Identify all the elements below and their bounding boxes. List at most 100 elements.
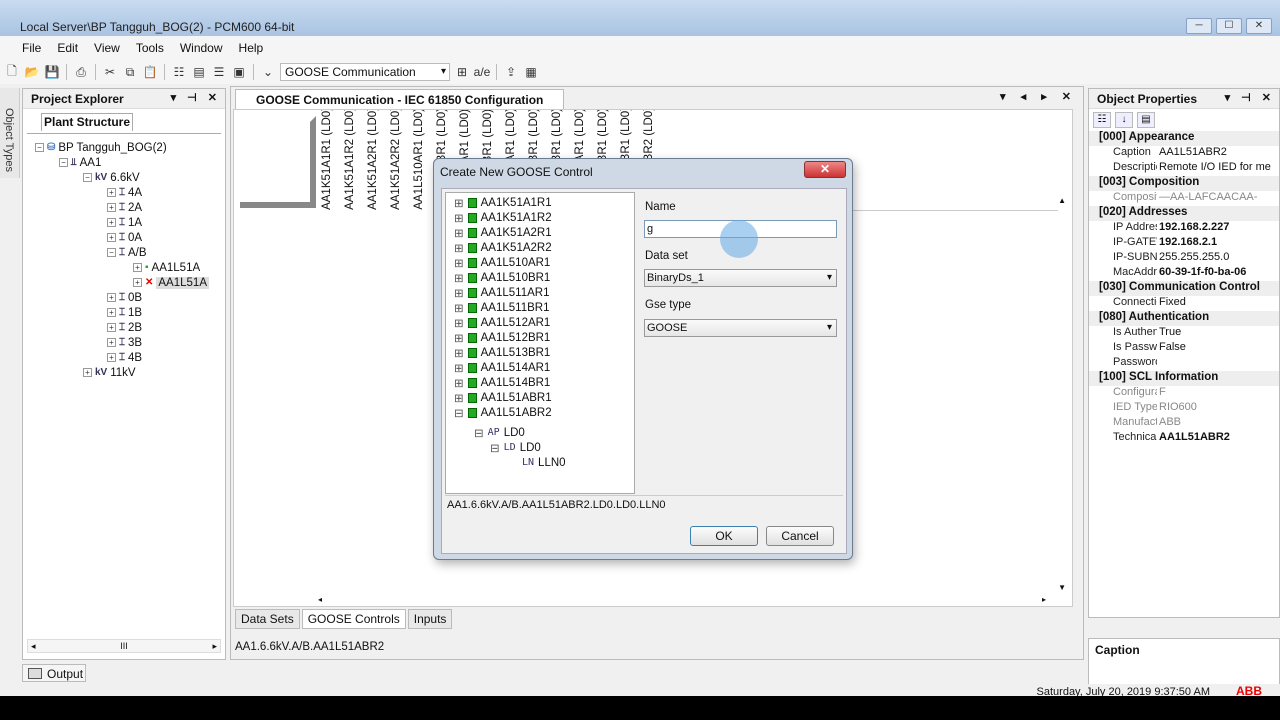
tab-inputs[interactable]: Inputs [407, 609, 453, 629]
property-row[interactable]: ConfigurationF [1089, 386, 1279, 401]
property-row[interactable]: Caption AA1L51ABR2 [1089, 146, 1279, 161]
collapse-icon[interactable]: − [59, 158, 68, 167]
expand-icon[interactable]: + [107, 293, 116, 302]
property-category[interactable]: [003] Composition [1089, 176, 1279, 191]
expand-icon[interactable]: ⊞ [454, 346, 464, 360]
tab-goose-controls[interactable]: GOOSE Controls [301, 609, 406, 629]
tree-node[interactable]: ⊞ AA1L510AR1 [454, 255, 550, 270]
expand-icon[interactable]: + [133, 263, 142, 272]
tree-node[interactable]: − ⫫ AA1 [59, 155, 101, 170]
tree-node[interactable]: ⊞ AA1K51A1R2 [454, 210, 552, 225]
expand-icon[interactable]: + [133, 278, 142, 287]
expand-icon[interactable]: ⊞ [454, 391, 464, 405]
tab-data-sets[interactable]: Data Sets [235, 609, 300, 629]
properties-icon[interactable]: ▤ [191, 64, 207, 80]
scroll-down-icon[interactable]: ▼ [1058, 583, 1066, 592]
tree-node[interactable]: ⊞ AA1L513BR1 [454, 345, 550, 360]
dialog-close-button[interactable]: ✕ [804, 161, 846, 178]
property-row[interactable]: CompositionC—AA-LAFCAACAA- [1089, 191, 1279, 206]
tree-node[interactable]: ⊞ AA1L514AR1 [454, 360, 550, 375]
scroll-right-icon[interactable]: ▸ [1042, 595, 1046, 604]
tree-node[interactable]: + ⌶ 4A [107, 185, 142, 200]
tree-node-ln[interactable]: LN LLN0 [522, 455, 566, 470]
tree-node[interactable]: + ⌶ 4B [107, 350, 142, 365]
tree-node[interactable]: ⊞ AA1L511AR1 [454, 285, 549, 300]
collapse-icon[interactable]: ⊟ [490, 441, 500, 455]
categorized-icon[interactable]: ☷ [1093, 112, 1111, 128]
maximize-button[interactable]: ☐ [1216, 18, 1242, 34]
tree-node[interactable]: ⊟ AA1L51ABR2 [454, 405, 552, 420]
pane-controls[interactable]: ▾ ⊣ ✕ [1225, 91, 1275, 104]
tab-plant-structure[interactable]: Plant Structure [41, 113, 133, 131]
save-icon[interactable]: 💾 [44, 64, 60, 80]
property-category[interactable]: [020] Addresses [1089, 206, 1279, 221]
expand-icon[interactable]: + [107, 218, 116, 227]
list-icon[interactable]: ☰ [211, 64, 227, 80]
tree-node[interactable]: + ⌶ 1A [107, 215, 142, 230]
tree-node[interactable]: + ▪ AA1L51A [133, 260, 200, 275]
expand-icon[interactable]: ⊞ [454, 301, 464, 315]
tree-view-icon[interactable]: ☷ [171, 64, 187, 80]
expand-icon[interactable]: + [107, 323, 116, 332]
expand-icon[interactable]: ⊞ [454, 196, 464, 210]
cancel-button[interactable]: Cancel [766, 526, 834, 546]
output-tab[interactable]: Output [22, 664, 86, 682]
property-row[interactable]: MacAddress60-39-1f-f0-ba-06 [1089, 266, 1279, 281]
expand-icon[interactable]: ⊞ [454, 241, 464, 255]
export-icon[interactable]: ⇪ [503, 64, 519, 80]
window-icon[interactable]: ▣ [231, 64, 247, 80]
scroll-right-icon[interactable]: ▸ [212, 641, 217, 652]
column-header[interactable]: AA1K51A1R2 (LD0) [341, 110, 363, 210]
tree-node[interactable]: − ⛁ BP Tangguh_BOG(2) [35, 140, 167, 155]
tree-node[interactable]: ⊞ AA1L514BR1 [454, 375, 550, 390]
column-header[interactable]: AA1L510AR1 (LD0) [410, 110, 432, 210]
expand-icon[interactable]: + [107, 353, 116, 362]
column-header[interactable]: AA1K51A1R1 (LD0) [318, 110, 340, 210]
network-icon[interactable]: ⊞ [454, 64, 470, 80]
cut-icon[interactable]: ✂ [102, 64, 118, 80]
new-file-icon[interactable]: 🗋 [4, 64, 20, 80]
ok-button[interactable]: OK [690, 526, 758, 546]
expand-icon[interactable]: + [83, 368, 92, 377]
tree-node[interactable]: ⊞ AA1K51A2R1 [454, 225, 552, 240]
scroll-thumb[interactable]: III [120, 641, 128, 651]
pane-controls[interactable]: ▾ ⊣ ✕ [171, 91, 221, 104]
tree-node[interactable]: ⊞ AA1K51A1R1 [454, 195, 552, 210]
expand-icon[interactable]: + [107, 233, 116, 242]
tree-node[interactable]: − ⌶ A/B [107, 245, 147, 260]
scroll-left-icon[interactable]: ◂ [31, 641, 36, 652]
expand-icon[interactable]: ⊞ [454, 271, 464, 285]
column-header[interactable]: AA1K51A2R2 (LD0) [387, 110, 409, 210]
property-row[interactable]: IP-GATEWAY192.168.2.1 [1089, 236, 1279, 251]
menu-help[interactable]: Help [231, 41, 272, 55]
tree-node[interactable]: ⊞ AA1L510BR1 [454, 270, 550, 285]
property-category[interactable]: [030] Communication Control [1089, 281, 1279, 296]
tree-node[interactable]: ⊞ AA1L511BR1 [454, 300, 549, 315]
scroll-up-icon[interactable]: ▲ [1058, 196, 1066, 205]
document-controls[interactable]: ▾ ◂ ▸ ✕ [1000, 90, 1077, 103]
tab-goose-configuration[interactable]: GOOSE Communication - IEC 61850 Configur… [235, 89, 565, 109]
expand-icon[interactable]: ⊞ [454, 286, 464, 300]
expand-icon[interactable]: ⊞ [454, 361, 464, 375]
expand-icon[interactable]: ⌄ [260, 64, 276, 80]
column-header[interactable]: AA1K51A2R1 (LD0) [364, 110, 386, 210]
paste-icon[interactable]: 📋 [142, 64, 158, 80]
tree-node[interactable]: + ⌶ 0A [107, 230, 142, 245]
property-row[interactable]: IP-SUBNET255.255.255.0 [1089, 251, 1279, 266]
close-window-button[interactable]: ✕ [1246, 18, 1272, 34]
horizontal-scrollbar[interactable]: ◂ III ▸ [27, 639, 221, 653]
property-category[interactable]: [080] Authentication [1089, 311, 1279, 326]
expand-icon[interactable]: + [107, 203, 116, 212]
property-pages-icon[interactable]: ▤ [1137, 112, 1155, 128]
minimize-button[interactable]: ─ [1186, 18, 1212, 34]
print-icon[interactable]: ⎙ [73, 64, 89, 80]
object-types-sidetab[interactable]: Object Types [0, 88, 20, 178]
tree-node[interactable]: + ⌶ 3B [107, 335, 142, 350]
tree-node[interactable]: + kV 11kV [83, 365, 136, 380]
tree-node-ap[interactable]: ⊟ AP LD0 [474, 425, 525, 440]
menu-tools[interactable]: Tools [128, 41, 172, 55]
property-row[interactable]: IED Type RIO600 [1089, 401, 1279, 416]
property-row[interactable]: DescriptionRemote I/O IED for me [1089, 161, 1279, 176]
collapse-icon[interactable]: − [83, 173, 92, 182]
collapse-icon[interactable]: ⊟ [454, 406, 464, 420]
